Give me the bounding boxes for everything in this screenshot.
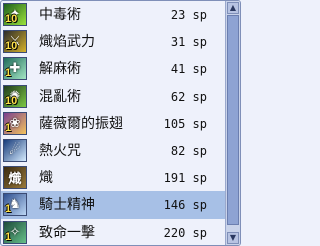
skill-sp-value: 31: [170, 35, 186, 50]
skill-level-badge: 10: [5, 40, 18, 53]
skill-sp-unit: sp: [192, 143, 207, 158]
skill-row[interactable]: ✚ 1 解麻術 41 sp: [1, 55, 225, 82]
skill-level-badge: 1: [5, 67, 12, 80]
skill-sp-unit: sp: [192, 171, 207, 186]
skill-list: ✦ 10 中毒術 23 sp ⚔ 10 熾焰武力 31 sp ✚ 1 解麻術 41 sp ✺ 10 混亂術 6…: [1, 1, 225, 246]
scrollbar-thumb[interactable]: [227, 15, 239, 225]
scrollbar[interactable]: ▲ ▼: [225, 1, 240, 245]
skill-sp-unit: sp: [192, 198, 207, 213]
skill-icon-glyph: ☄: [9, 142, 21, 158]
skill-level-badge: 1: [5, 121, 12, 134]
blaze-skill-icon: 熾: [3, 166, 27, 190]
skill-sp-value: 105: [163, 116, 186, 131]
skill-sp-value: 82: [170, 143, 186, 158]
skill-sp-cost: 146 sp: [164, 198, 207, 212]
knight-spirit-skill-icon: ♞ 1: [3, 193, 27, 217]
skill-sp-unit: sp: [192, 89, 207, 104]
skill-name: 熾焰武力: [39, 34, 95, 51]
skill-sp-cost: 23 sp: [171, 8, 207, 22]
scroll-down-arrow-icon[interactable]: ▼: [227, 232, 239, 244]
skill-sp-cost: 62 sp: [171, 90, 207, 104]
skill-sp-unit: sp: [192, 8, 207, 22]
skill-row[interactable]: ✺ 10 混亂術 62 sp: [1, 83, 225, 110]
skill-row[interactable]: ☄ 熱火咒 82 sp: [1, 137, 225, 164]
poison-skill-icon: ✦ 10: [3, 3, 27, 26]
skill-row[interactable]: ✧ 1 致命一擊 220 sp: [1, 219, 225, 246]
skill-name: 熾: [39, 170, 53, 187]
skill-sp-value: 23: [170, 8, 186, 22]
skill-name: 騎士精神: [39, 197, 95, 214]
skill-row[interactable]: 熾 熾 191 sp: [1, 164, 225, 191]
skill-sp-cost: 82 sp: [171, 144, 207, 158]
wing-flap-skill-icon: ❀ 1: [3, 111, 27, 135]
skill-name: 致命一擊: [39, 224, 95, 241]
skill-sp-value: 41: [170, 62, 186, 77]
scroll-up-arrow-icon[interactable]: ▲: [227, 2, 239, 14]
skill-sp-unit: sp: [192, 35, 207, 50]
skill-name: 混亂術: [39, 88, 81, 105]
skill-sp-value: 220: [163, 225, 186, 240]
skill-name: 解麻術: [39, 61, 81, 78]
skill-row[interactable]: ♞ 1 騎士精神 146 sp: [1, 191, 225, 219]
skill-sp-cost: 31 sp: [171, 35, 207, 49]
skill-level-badge: 10: [5, 13, 18, 25]
skill-row[interactable]: ✦ 10 中毒術 23 sp: [1, 1, 225, 28]
skill-level-badge: 10: [5, 94, 18, 107]
fire-curse-skill-icon: ☄: [3, 138, 27, 162]
skill-sp-unit: sp: [192, 116, 207, 131]
skill-sp-unit: sp: [192, 225, 207, 240]
skill-row[interactable]: ❀ 1 薩薇爾的振翅 105 sp: [1, 110, 225, 137]
confusion-skill-icon: ✺ 10: [3, 84, 27, 108]
skill-name: 薩薇爾的振翅: [39, 115, 123, 132]
skill-name: 熱火咒: [39, 142, 81, 159]
skill-sp-cost: 41 sp: [171, 62, 207, 76]
cure-paralysis-skill-icon: ✚ 1: [3, 57, 27, 81]
skill-sp-value: 191: [163, 171, 186, 186]
skill-sp-value: 146: [163, 198, 186, 213]
critical-strike-skill-icon: ✧ 1: [3, 220, 27, 244]
skill-sp-cost: 191 sp: [164, 171, 207, 185]
skill-name: 中毒術: [39, 7, 81, 23]
skill-sp-unit: sp: [192, 62, 207, 77]
skill-list-panel: ✦ 10 中毒術 23 sp ⚔ 10 熾焰武力 31 sp ✚ 1 解麻術 41 sp ✺ 10 混亂術 6…: [0, 0, 241, 246]
skill-sp-cost: 220 sp: [164, 226, 207, 240]
skill-sp-cost: 105 sp: [164, 117, 207, 131]
flame-force-skill-icon: ⚔ 10: [3, 30, 27, 54]
skill-level-badge: 1: [5, 203, 12, 216]
skill-level-badge: 1: [5, 230, 12, 243]
skill-icon-glyph: 熾: [8, 172, 22, 188]
skill-row[interactable]: ⚔ 10 熾焰武力 31 sp: [1, 28, 225, 55]
skill-sp-value: 62: [170, 89, 186, 104]
